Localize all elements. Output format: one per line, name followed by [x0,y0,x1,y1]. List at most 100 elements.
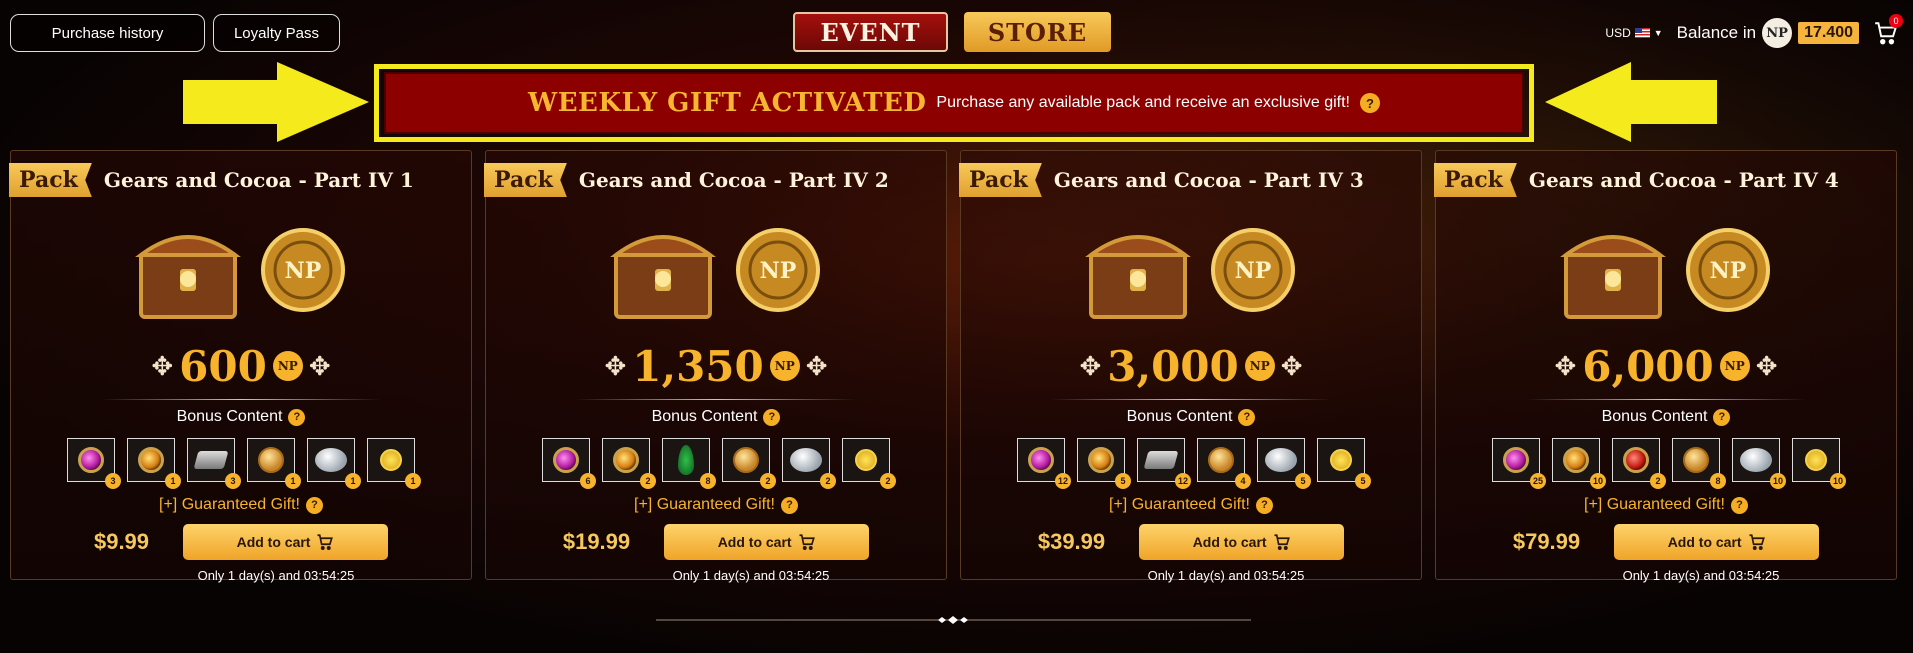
currency-label: USD [1605,26,1631,40]
bonus-items: 6 2 8 2 2 2 [486,438,946,489]
bonus-item[interactable]: 2 [1612,438,1666,489]
bonus-item[interactable]: 12 [1017,438,1071,489]
bonus-item[interactable]: 10 [1552,438,1606,489]
bonus-item[interactable]: 10 [1732,438,1786,489]
item-count-badge: 2 [880,473,896,489]
bonus-item[interactable]: 1 [307,438,361,489]
bonus-item[interactable]: 3 [67,438,121,489]
help-icon[interactable]: ? [763,408,781,426]
bonus-item[interactable]: 2 [602,438,656,489]
bonus-item[interactable]: 3 [187,438,241,489]
silver-token-icon [315,448,347,472]
item-count-badge: 2 [820,473,836,489]
cart-plus-icon [317,534,334,550]
bonus-item[interactable]: 2 [842,438,896,489]
bonus-item[interactable]: 5 [1317,438,1371,489]
add-to-cart-button[interactable]: Add to cart [1614,524,1820,560]
bonus-item[interactable]: 2 [722,438,776,489]
svg-text:NP: NP [760,258,797,284]
ribbon-medal-icon [1805,449,1827,471]
help-icon[interactable]: ? [1730,496,1748,514]
guaranteed-gift[interactable]: [+] Guaranteed Gift! ? [961,496,1421,514]
gold-coin-icon [1208,447,1234,473]
cart-button[interactable]: 0 [1873,14,1903,46]
add-to-cart-button[interactable]: Add to cart [1139,524,1345,560]
pack-tag: Pack [1434,163,1517,197]
help-icon[interactable]: ? [1238,408,1256,426]
guaranteed-gift-text[interactable]: [+] Guaranteed Gift! [159,496,300,514]
guaranteed-gift-text[interactable]: [+] Guaranteed Gift! [634,496,775,514]
help-icon[interactable]: ? [1713,408,1731,426]
help-icon[interactable]: ? [780,496,798,514]
add-to-cart-button[interactable]: Add to cart [183,524,389,560]
item-count-badge: 5 [1295,473,1311,489]
bonus-item[interactable]: 5 [1257,438,1311,489]
item-count-badge: 6 [580,473,596,489]
pack-tag: Pack [959,163,1042,197]
bonus-items: 12 5 12 4 5 5 [961,438,1421,489]
item-count-badge: 12 [1055,473,1071,489]
pack-card: Pack Gears and Cocoa - Part IV 1 NP ✥ 60… [9,150,472,583]
weekly-gift-banner: WEEKLY GIFT ACTIVATED Purchase any avail… [384,72,1524,134]
np-amount-row: ✥ 1,350 NP ✥ [486,341,946,391]
bonus-item[interactable]: 8 [1672,438,1726,489]
cart-plus-icon [799,534,815,550]
guaranteed-gift[interactable]: [+] Guaranteed Gift! ? [1436,496,1896,514]
currency-selector[interactable]: USD ▼ [1605,26,1662,40]
np-coin-icon: NP [1244,351,1275,381]
bonus-item[interactable]: 10 [1792,438,1846,489]
flourish-left-icon: ✥ [604,350,627,381]
bonus-item[interactable]: 8 [662,438,716,489]
np-coin-icon: NP [769,351,800,381]
bonus-item[interactable]: 12 [1137,438,1191,489]
bonus-item[interactable]: 1 [127,438,181,489]
store-tabs: EVENT STORE [793,12,1111,52]
guaranteed-gift-text[interactable]: [+] Guaranteed Gift! [1584,496,1725,514]
add-to-cart-label: Add to cart [1192,534,1267,550]
bonus-item[interactable]: 4 [1197,438,1251,489]
flourish-left-icon: ✥ [151,350,174,381]
ribbon-medal-icon [380,449,402,471]
bonus-content-text: Bonus Content [176,408,283,425]
help-icon[interactable]: ? [1359,93,1380,113]
purchase-history-button[interactable]: Purchase history [10,14,205,52]
item-count-badge: 2 [1650,473,1666,489]
add-to-cart-button[interactable]: Add to cart [664,524,870,560]
pack-card: Pack Gears and Cocoa - Part IV 4 NP ✥ 6,… [1434,150,1897,583]
gold-coin-icon [1683,447,1709,473]
np-amount-row: ✥ 6,000 NP ✥ [1436,341,1896,391]
bonus-item[interactable]: 1 [367,438,421,489]
bonus-item[interactable]: 25 [1492,438,1546,489]
pack-card: Pack Gears and Cocoa - Part IV 3 NP ✥ 3,… [959,150,1422,583]
pink-gem-icon [78,447,104,473]
divider [576,399,856,400]
loyalty-pass-button[interactable]: Loyalty Pass [213,14,340,52]
cart-count-badge: 0 [1889,14,1903,28]
bonus-item[interactable]: 6 [542,438,596,489]
amber-gem-icon [613,447,639,473]
silver-token-icon [1740,448,1772,472]
ingot-icon [1143,451,1179,469]
bonus-item[interactable]: 1 [247,438,301,489]
tab-store[interactable]: STORE [964,12,1111,52]
add-to-cart-label: Add to cart [717,534,792,550]
guaranteed-gift-text[interactable]: [+] Guaranteed Gift! [1109,496,1250,514]
help-icon[interactable]: ? [305,496,323,514]
bonus-item[interactable]: 5 [1077,438,1131,489]
pack-title: Gears and Cocoa - Part IV 2 [578,168,889,192]
tab-event[interactable]: EVENT [793,12,948,52]
item-count-badge: 3 [105,473,121,489]
bonus-content-label: Bonus Content ? [1436,408,1896,426]
help-icon[interactable]: ? [288,408,306,426]
guaranteed-gift[interactable]: [+] Guaranteed Gift! ? [486,496,946,514]
flourish-left-icon: ✥ [1554,350,1577,381]
help-icon[interactable]: ? [1255,496,1273,514]
top-nav: Purchase history Loyalty Pass [10,14,340,52]
item-count-badge: 4 [1235,473,1251,489]
price: $39.99 [1037,529,1106,554]
guaranteed-gift[interactable]: [+] Guaranteed Gift! ? [11,496,471,514]
red-gem-icon [1623,447,1649,473]
bonus-item[interactable]: 2 [782,438,836,489]
flourish-right-icon: ✥ [805,350,828,381]
item-count-badge: 8 [1710,473,1726,489]
